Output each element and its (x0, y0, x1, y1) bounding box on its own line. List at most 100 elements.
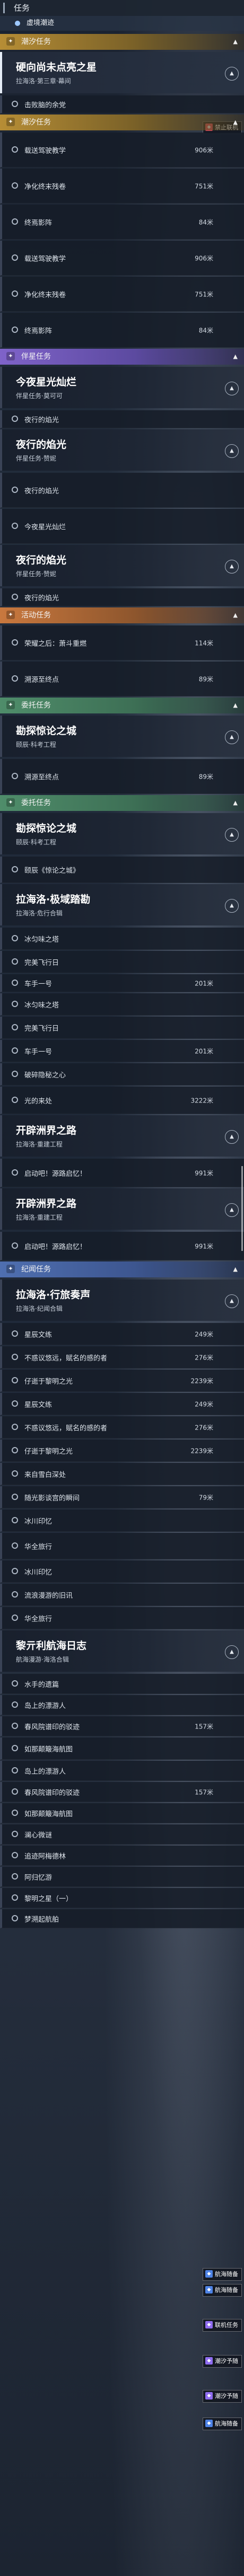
objective-row[interactable]: 今夜星光灿烂 (0, 509, 244, 544)
quest-card[interactable]: 开辟洲界之路 拉海洛·重建工程 ▲ (0, 1188, 244, 1230)
objective-row[interactable]: 星辰文练 249米 (0, 1393, 244, 1415)
quest-card[interactable]: 拉海洛·极域踏勘 拉海洛·危行合辑 ▲ (0, 884, 244, 925)
objective-row[interactable]: 华全旅行 (0, 1533, 244, 1559)
objective-row[interactable]: 荣耀之后：萧斗重燃 114米 (0, 625, 244, 660)
objective-row[interactable]: 来自雪白深处 (0, 1463, 244, 1485)
objective-row[interactable]: 如那颠簸海航图 (0, 1737, 244, 1760)
chevron-up-icon[interactable]: ▲ (233, 34, 238, 50)
objective-row[interactable]: 颐辰《惊论之城》 (0, 857, 244, 883)
objective-row[interactable]: 溯源至终点 89米 (0, 661, 244, 696)
tide-icon: ✦ (6, 37, 15, 46)
objective-row[interactable]: 岛上的漂游人 (0, 1695, 244, 1715)
objective-row[interactable]: 载送驾驶教学 906米 (0, 133, 244, 167)
objective-row[interactable]: 澜心微谜 (0, 1824, 244, 1845)
objective-row[interactable]: 溯源至终点 89米 (0, 759, 244, 794)
objective-row[interactable]: 星辰文练 249米 (0, 1323, 244, 1345)
objective-label: 冰川印忆 (24, 1568, 53, 1576)
objective-label: 光的来处 (24, 1097, 53, 1105)
quest-card[interactable]: 夜行的焰光 伴星任务·赞妮 ▲ (0, 545, 244, 586)
objective-row[interactable]: 追迹阿梅德林 (0, 1846, 244, 1866)
objective-row[interactable]: 仔逝于黎明之光 2239米 (0, 1370, 244, 1392)
objective-row[interactable]: 流浪漫游的旧讯 (0, 1584, 244, 1606)
quest-card[interactable]: 夜行的焰光 伴星任务·赞妮 ▲ (0, 429, 244, 471)
objective-row[interactable]: 春风院谱印的驳迹 157米 (0, 1782, 244, 1802)
objective-row[interactable]: 车手一号 201米 (0, 974, 244, 992)
objective-row[interactable]: 黎明之星（一） (0, 1888, 244, 1908)
objective-row[interactable]: 终焉影阵 84米 (0, 205, 244, 240)
objective-row[interactable]: 冰匀味之塔 (0, 928, 244, 950)
objective-row[interactable]: 夜行的焰光 (0, 473, 244, 508)
objective-row[interactable]: 岛上的漂游人 (0, 1761, 244, 1781)
objective-row[interactable]: 净化终末残卷 751米 (0, 277, 244, 312)
scrollbar-thumb[interactable] (241, 1166, 243, 1251)
chevron-up-icon[interactable]: ▲ (225, 67, 239, 81)
quest-card[interactable]: 拉海洛·行旅奏声 拉海洛·纪闻合辑 ▲ (0, 1280, 244, 1321)
circle-bullet-icon (12, 1701, 18, 1708)
objective-row[interactable]: 完美飞行日 (0, 1017, 244, 1039)
objective-row[interactable]: 夜行的焰光 (0, 410, 244, 428)
objective-row[interactable]: 随光影谈宫的瞬间 79米 (0, 1486, 244, 1508)
objective-row[interactable]: 破碎隐秘之心 (0, 1063, 244, 1086)
objective-row[interactable]: 不惑议悠远，赋名的感的者 276米 (0, 1346, 244, 1369)
category-header[interactable]: ✦ 潮汐任务 ▲ (0, 114, 244, 130)
objective-row[interactable]: 启动吧！源路启忆！ 991米 (0, 1232, 244, 1260)
objective-row[interactable]: 阿归忆游 (0, 1867, 244, 1887)
objective-row[interactable]: 击败脑的余党 (0, 95, 244, 113)
sub-tab-active[interactable]: 虚境潮迹 (0, 16, 244, 31)
quest-card[interactable]: 勘探惊论之城 颐辰·科考工程 ▲ (0, 716, 244, 757)
circle-bullet-icon (12, 1330, 18, 1337)
chevron-up-icon[interactable]: ▲ (225, 828, 239, 842)
category-header[interactable]: ✦ 活动任务 ▲ (0, 607, 244, 623)
distance-label: 751米 (195, 182, 213, 190)
objective-row[interactable]: 终焉影阵 84米 (0, 313, 244, 348)
chevron-up-icon[interactable]: ▲ (233, 114, 238, 130)
objective-row[interactable]: 华全旅行 (0, 1607, 244, 1629)
chevron-up-icon[interactable]: ▲ (225, 1294, 239, 1308)
chevron-up-icon[interactable]: ▲ (225, 1645, 239, 1659)
category-header[interactable]: ✦ 委托任务 ▲ (0, 698, 244, 713)
objective-label: 梦溯起航舶 (24, 1916, 59, 1924)
quest-card[interactable]: 开辟洲界之路 拉海洛·重建工程 ▲ (0, 1115, 244, 1157)
quest-card[interactable]: 硬向尚未点亮之星 拉海洛·第三章·幕间 ▲ (0, 52, 244, 93)
chevron-up-icon[interactable]: ▲ (225, 899, 239, 913)
objective-row[interactable]: 春风院谱印的驳迹 157米 (0, 1716, 244, 1736)
objective-row[interactable]: 完美飞行日 (0, 951, 244, 973)
chevron-up-icon[interactable]: ▲ (225, 730, 239, 744)
objective-row[interactable]: 启动吧！源路启忆！ 991米 (0, 1159, 244, 1187)
objective-row[interactable]: 冰川印忆 (0, 1560, 244, 1583)
objective-row[interactable]: 冰川印忆 (0, 1510, 244, 1532)
category-header[interactable]: ✦ 纪闻任务 ▲ (0, 1261, 244, 1277)
objective-row[interactable]: 不惑议悠远，赋名的感的者 276米 (0, 1416, 244, 1439)
category-label: 委托任务 (21, 799, 51, 807)
category-header[interactable]: ✦ 伴星任务 ▲ (0, 349, 244, 365)
chevron-up-icon[interactable]: ▲ (233, 1261, 238, 1277)
chevron-up-icon[interactable]: ▲ (225, 1130, 239, 1144)
category-header[interactable]: ✦ 潮汐任务 ▲ (0, 34, 244, 50)
chevron-up-icon[interactable]: ▲ (233, 698, 238, 713)
chevron-up-icon[interactable]: ▲ (233, 607, 238, 623)
objective-row[interactable]: 车手一号 201米 (0, 1040, 244, 1062)
objective-row[interactable]: 光的来处 3222米 (0, 1087, 244, 1114)
chevron-up-icon[interactable]: ▲ (225, 560, 239, 574)
quest-title: 勘探惊论之城 (16, 725, 77, 737)
objective-row[interactable]: 冰匀味之塔 (0, 993, 244, 1016)
objective-row[interactable]: 净化终末残卷 751米 (0, 169, 244, 204)
chevron-up-icon[interactable]: ▲ (233, 795, 238, 811)
objective-row[interactable]: 仔逝于黎明之光 2239米 (0, 1440, 244, 1462)
quest-card[interactable]: 今夜星光灿烂 伴星任务·莫可可 ▲ (0, 367, 244, 408)
objective-row[interactable]: 水手的遗篇 (0, 1674, 244, 1694)
objective-row[interactable]: 夜行的焰光 (0, 588, 244, 606)
objective-row[interactable]: 如那颠簸海航图 (0, 1803, 244, 1823)
chevron-up-icon[interactable]: ▲ (225, 444, 239, 458)
quest-card[interactable]: 黎亓利航海日志 航海漫游·海洛合辑 ▲ (0, 1630, 244, 1672)
quest-title: 黎亓利航海日志 (16, 1640, 87, 1652)
quest-card[interactable]: 勘探惊论之城 颐辰·科考工程 ▲ (0, 813, 244, 854)
status-badge: ◆ 潮汐予随 (203, 2390, 242, 2403)
category-header[interactable]: ✦ 委托任务 ▲ (0, 795, 244, 811)
chevron-up-icon[interactable]: ▲ (225, 1203, 239, 1217)
chevron-up-icon[interactable]: ▲ (225, 382, 239, 395)
chevron-up-icon[interactable]: ▲ (233, 349, 238, 365)
status-badge: ◆ 潮汐予随 (203, 2355, 242, 2368)
objective-row[interactable]: 载送驾驶教学 906米 (0, 241, 244, 276)
objective-row[interactable]: 梦溯起航舶 (0, 1909, 244, 1928)
